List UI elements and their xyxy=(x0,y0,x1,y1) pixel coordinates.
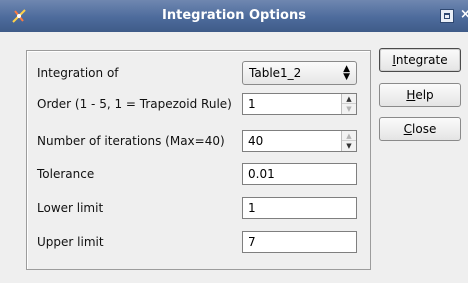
help-button[interactable]: Help xyxy=(379,83,461,107)
lower-limit-field[interactable]: 1 xyxy=(242,197,357,219)
order-spinbox[interactable]: 1 ▲ ▼ xyxy=(242,93,357,115)
integration-options-dialog: Integration Options × Integration of Tab… xyxy=(0,0,468,283)
spin-down-icon[interactable]: ▼ xyxy=(342,141,356,151)
maximize-icon[interactable] xyxy=(440,9,454,23)
integrate-button[interactable]: Integrate xyxy=(379,48,461,72)
tolerance-field[interactable]: 0.01 xyxy=(242,163,357,185)
window-title: Integration Options xyxy=(162,8,306,23)
spin-up-icon[interactable]: ▲ xyxy=(342,131,356,141)
help-label: elp xyxy=(415,88,434,102)
lower-limit-label: Lower limit xyxy=(37,201,104,215)
integrate-label: ntegrate xyxy=(395,53,448,67)
spin-down-icon[interactable]: ▼ xyxy=(342,104,356,114)
order-value: 1 xyxy=(248,97,256,111)
upper-limit-field[interactable]: 7 xyxy=(242,231,357,253)
integration-of-label: Integration of xyxy=(37,66,119,80)
iterations-label: Number of iterations (Max=40) xyxy=(37,134,225,148)
order-label: Order (1 - 5, 1 = Trapezoid Rule) xyxy=(37,97,232,111)
iterations-value: 40 xyxy=(248,134,264,148)
spin-up-icon[interactable]: ▲ xyxy=(342,94,356,104)
close-button[interactable]: Close xyxy=(379,117,461,141)
upper-limit-label: Upper limit xyxy=(37,235,104,249)
integration-of-value: Table1_2 xyxy=(249,66,302,80)
integration-of-select[interactable]: Table1_2 ▲ ▼ xyxy=(242,61,357,85)
tolerance-label: Tolerance xyxy=(37,167,95,181)
close-label: lose xyxy=(412,122,437,136)
iterations-spinbox[interactable]: 40 ▲ ▼ xyxy=(242,130,357,152)
help-mnemonic: H xyxy=(406,88,416,102)
close-icon[interactable]: × xyxy=(460,7,468,22)
title-bar[interactable]: Integration Options × xyxy=(0,0,468,32)
updown-arrows-icon: ▲ ▼ xyxy=(343,64,350,82)
close-mnemonic: C xyxy=(403,122,413,136)
